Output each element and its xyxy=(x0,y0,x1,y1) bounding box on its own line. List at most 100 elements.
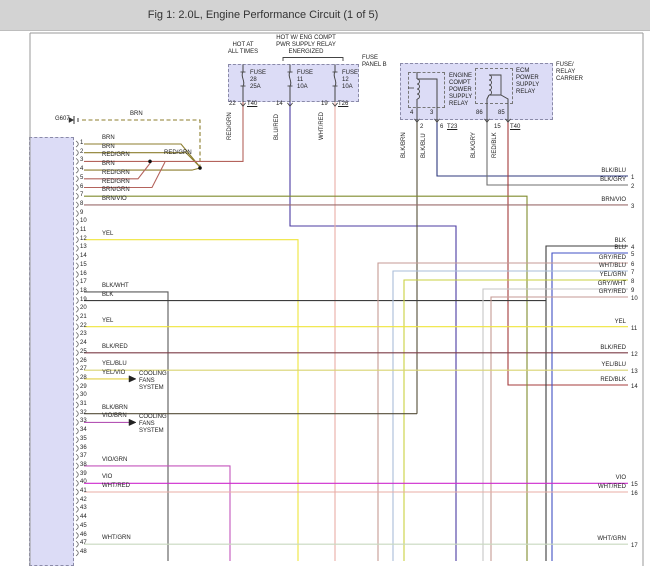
pin-chevron-icon xyxy=(75,471,79,478)
pin-chevron-icon xyxy=(75,271,79,278)
pin-number: 26 xyxy=(80,357,87,364)
cooling-fans-label-line: COOLING xyxy=(139,414,167,420)
pin-number: 10 xyxy=(80,218,87,225)
fuse-label-line: FUSE xyxy=(250,70,267,76)
wire xyxy=(377,262,628,561)
pin-chevron-icon xyxy=(75,540,79,548)
pin-chevron-icon xyxy=(75,384,79,391)
fuse-label-line: 28 xyxy=(250,77,257,83)
arrow-icon xyxy=(128,418,137,426)
carrier-label-line: FUSE/ xyxy=(556,62,574,68)
right-wire-label: BLK/GRY xyxy=(600,177,626,183)
pin-number: 2 xyxy=(80,148,84,155)
pin-wire-label: BRN xyxy=(102,161,115,168)
pin-wire-label: BRN/GRN xyxy=(102,187,130,194)
pin-id: 15 xyxy=(494,124,501,130)
right-wire-label: YEL/GRN xyxy=(599,272,626,278)
right-wire-label: BLK xyxy=(614,238,626,244)
pin-wire-label: BLK/RED xyxy=(102,343,128,350)
junction-wire-label: RED/GRN xyxy=(164,150,192,156)
cooling-fans-label-line: FANS xyxy=(139,378,155,384)
ground-label: G607 xyxy=(55,116,70,122)
pin-number: 21 xyxy=(80,314,87,320)
pin-id: 6 xyxy=(440,124,444,130)
pin-number: 38 xyxy=(80,461,87,468)
pin-chevron-icon xyxy=(75,436,79,444)
pin-id: 22 xyxy=(229,101,236,107)
pin-number: 5 xyxy=(80,174,84,181)
pin-number: 16 xyxy=(80,270,87,277)
fuse-label-line: FUSE xyxy=(297,70,314,76)
pin-chevron-icon xyxy=(75,392,79,400)
pin-chevron-icon xyxy=(75,305,79,313)
pin-chevron-icon xyxy=(75,497,79,505)
pin-chevron-icon xyxy=(75,218,79,226)
pin-chevron-icon xyxy=(75,314,79,322)
fuse-icon xyxy=(288,71,292,87)
pin-number: 37 xyxy=(80,453,87,460)
coil-icon xyxy=(488,74,492,96)
pin-chevron-icon xyxy=(75,279,79,287)
right-wire-label: WHT/GRN xyxy=(597,536,626,543)
relay-pin-number: 85 xyxy=(498,110,505,116)
pin-number: 29 xyxy=(80,383,87,390)
pin-chevron-icon xyxy=(75,332,79,339)
right-wire-number: 1 xyxy=(631,175,635,181)
pin-chevron-icon xyxy=(75,514,79,522)
right-wire-number: 2 xyxy=(631,184,635,190)
pin-chevron-icon xyxy=(75,488,79,496)
pin-chevron-icon xyxy=(75,462,79,470)
pin-wire-label: BRN xyxy=(102,135,115,141)
right-wire-number: 15 xyxy=(631,482,638,489)
cooling-fans-label-line: SYSTEM xyxy=(139,385,164,391)
pin-chevron-icon xyxy=(75,227,79,235)
right-wire-number: 14 xyxy=(631,384,638,390)
pin-chevron-icon xyxy=(75,140,79,148)
pin-wire-label: VIO xyxy=(102,474,113,481)
vertical-wire-label: RED/GRN xyxy=(227,112,233,140)
wire xyxy=(392,270,628,561)
fuse-panel-label-line: FUSE xyxy=(362,55,379,61)
pin-number: 23 xyxy=(80,331,87,338)
right-wire-number: 11 xyxy=(631,325,638,332)
vertical-wire-label: RED/BLK xyxy=(492,132,498,158)
pin-chevron-icon xyxy=(75,149,79,157)
pin-wire-label: RED/GRN xyxy=(102,178,130,185)
ecm-relay-label-line: RELAY xyxy=(516,89,536,95)
pin-chevron-icon xyxy=(75,340,79,348)
connector-id: T23 xyxy=(447,124,458,130)
pin-chevron-icon xyxy=(75,297,79,304)
pin-number: 4 xyxy=(80,166,84,173)
figure-title: Fig 1: 2.0L, Engine Performance Circuit … xyxy=(147,9,379,21)
pin-number: 39 xyxy=(80,470,87,477)
pin-wire-label: RED/GRN xyxy=(102,169,130,176)
fuse-label-line: 12 xyxy=(342,77,349,83)
pin-number: 35 xyxy=(80,435,87,442)
right-wire-number: 4 xyxy=(631,245,635,251)
pin-number: 41 xyxy=(80,488,87,494)
pin-chevron-icon xyxy=(75,523,79,531)
pin-number: 1 xyxy=(80,140,84,146)
vertical-wire-label: WHT/RED xyxy=(319,112,325,140)
pin-number: 15 xyxy=(80,261,87,268)
engine-relay-label-line: POWER xyxy=(449,87,472,93)
pin-wire-label: YEL/BLU xyxy=(102,361,127,368)
fuse-label-line: 25A xyxy=(250,84,261,90)
pin-number: 8 xyxy=(80,200,84,207)
carrier-label-line: CARRIER xyxy=(556,76,584,82)
pin-chevron-icon xyxy=(75,210,79,217)
connector-id: T26 xyxy=(338,101,349,107)
right-wire-number: 12 xyxy=(631,351,638,358)
engine-relay-label-line: RELAY xyxy=(449,101,469,107)
pin-number: 44 xyxy=(80,514,87,521)
fuse-label-line: 10A xyxy=(342,84,353,90)
right-wire-number: 17 xyxy=(631,543,638,550)
engine-relay-label-line: ENGINE xyxy=(449,73,473,79)
pin-number: 40 xyxy=(80,479,87,486)
arrow-icon xyxy=(128,375,137,383)
pin-number: 32 xyxy=(80,409,87,416)
pin-chevron-icon xyxy=(75,184,79,191)
pin-wire-label: WHT/RED xyxy=(102,483,130,489)
ecm-relay-label-line: POWER xyxy=(516,75,539,81)
pin-wire-label: BRN/VIO xyxy=(102,195,127,202)
